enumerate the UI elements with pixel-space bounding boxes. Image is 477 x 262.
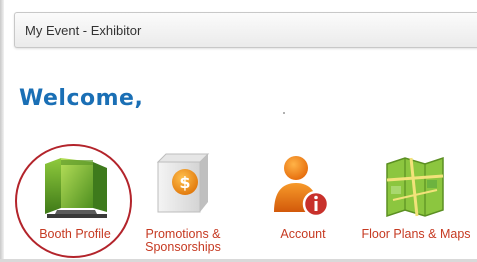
tile-label: Account (280, 227, 326, 241)
speck (283, 112, 285, 114)
user-info-icon (274, 156, 330, 218)
event-title: My Event - Exhibitor (25, 23, 142, 38)
tile-promotions-sponsorships[interactable]: $ Promotions & Sponsorships (128, 150, 238, 262)
tile-label: Promotions & Sponsorships (145, 227, 221, 254)
window-frame-left (0, 0, 4, 262)
map-icon (386, 156, 444, 218)
tile-account[interactable]: Account (248, 150, 358, 262)
svg-text:$: $ (179, 173, 190, 192)
money-box-icon: $ (156, 153, 210, 213)
tile-floor-plans-maps[interactable]: Floor Plans & Maps (361, 150, 471, 262)
welcome-heading: Welcome, (19, 86, 144, 111)
highlight-circle (15, 144, 132, 258)
header-bar: My Event - Exhibitor (14, 12, 477, 48)
tile-label: Floor Plans & Maps (361, 227, 471, 241)
